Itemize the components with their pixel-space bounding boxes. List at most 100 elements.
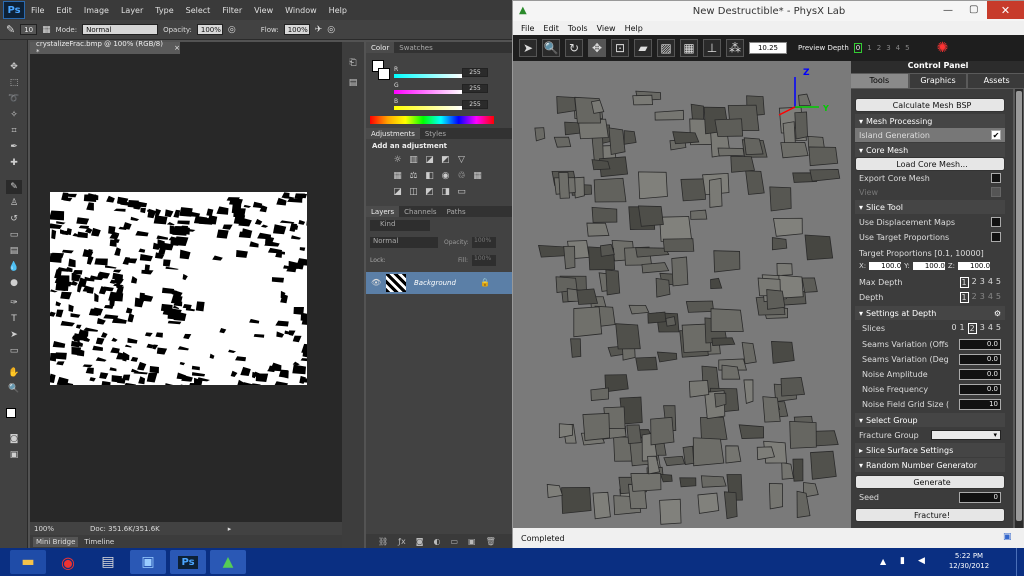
preview-depth-0[interactable]: 0 [853, 43, 863, 53]
preview-depth-2[interactable]: 2 [877, 44, 881, 52]
menu-type[interactable]: Type [149, 6, 179, 15]
color-spectrum-bar[interactable] [370, 116, 494, 124]
photoshop-taskbar-button[interactable]: Ps [170, 550, 206, 574]
menu-filter[interactable]: Filter [216, 6, 248, 15]
layer-filter-kind[interactable]: Kind [370, 220, 430, 231]
vibrance-icon[interactable]: ▽ [456, 154, 467, 165]
close-button[interactable]: ✕ [987, 1, 1024, 19]
stamp-icon[interactable]: ♙ [6, 196, 22, 210]
max-depth-2[interactable]: 2 [972, 277, 977, 288]
photo-filter-icon[interactable]: ◉ [440, 170, 451, 181]
tab-paths[interactable]: Paths [442, 206, 471, 217]
color-lookup-icon[interactable]: ▦ [472, 170, 483, 181]
tab-color[interactable]: Color [366, 42, 395, 53]
posterize-icon[interactable]: ◫ [408, 186, 419, 197]
brush-size[interactable]: 10 [20, 24, 38, 35]
preview-depth-3[interactable]: 3 [886, 44, 890, 52]
brightness-icon[interactable]: ☼ [392, 154, 403, 165]
file-explorer-icon[interactable]: ▬ [10, 550, 46, 574]
move-icon[interactable]: ✥ [588, 39, 606, 57]
noise-grid-input[interactable]: 10 [959, 398, 1001, 410]
type-tool-icon[interactable]: T [6, 312, 22, 326]
flow-input[interactable]: 100% [283, 24, 310, 35]
settings-at-depth-header[interactable]: ▾ Settings at Depth ⚙ [855, 306, 1005, 320]
tab-mini-bridge[interactable]: Mini Bridge [33, 536, 79, 547]
preview-depth-1[interactable]: 1 [867, 44, 871, 52]
quick-select-icon[interactable]: ✧ [6, 108, 22, 122]
tab-graphics[interactable]: Graphics [909, 74, 967, 88]
layer-row-background[interactable]: 👁 Background 🔒 [366, 272, 512, 294]
seams-degree-input[interactable]: 0.0 [959, 353, 1001, 365]
properties-panel-icon[interactable]: ▤ [345, 76, 361, 90]
maximize-icon[interactable]: ▢ [969, 4, 978, 15]
hand-tool-icon[interactable]: ✋ [6, 366, 22, 380]
menu-tools[interactable]: Tools [568, 24, 588, 33]
x-input[interactable]: 100.0 [869, 262, 902, 270]
use-displacement-checkbox[interactable] [991, 217, 1001, 227]
pen-tool-icon[interactable]: ✑ [6, 296, 22, 310]
mask-icon[interactable]: ◙ [416, 537, 424, 546]
zoom-level[interactable]: 100% [34, 525, 54, 533]
depth-3[interactable]: 3 [980, 292, 985, 303]
physx-lab-taskbar-icon[interactable]: ▲ [210, 550, 246, 574]
slices-0[interactable]: 0 [951, 323, 956, 334]
explode-icon[interactable]: ▨ [657, 39, 675, 57]
fracture-button[interactable]: Fracture! [855, 508, 1005, 522]
tray-arrow-icon[interactable]: ▲ [880, 557, 886, 566]
minimize-icon[interactable]: — [943, 5, 953, 16]
depth-4[interactable]: 4 [988, 292, 993, 303]
lasso-tool-icon[interactable]: ➰ [6, 92, 22, 106]
status-arrow-icon[interactable]: ▸ [228, 525, 232, 533]
marquee-tool-icon[interactable]: ⬚ [6, 76, 22, 90]
zoom-icon[interactable]: 🔍 [542, 39, 560, 57]
visibility-eye-icon[interactable]: 👁 [371, 278, 381, 287]
menu-view[interactable]: View [597, 24, 616, 33]
blue-slider[interactable] [394, 106, 462, 110]
shape-tool-icon[interactable]: ▭ [6, 344, 22, 358]
tab-timeline[interactable]: Timeline [84, 538, 114, 546]
menu-select[interactable]: Select [180, 6, 217, 15]
select-arrow-icon[interactable]: ➤ [519, 39, 537, 57]
remote-desktop-icon[interactable]: ▣ [130, 550, 166, 574]
clock[interactable]: 5:22 PM 12/30/2012 [944, 551, 994, 571]
fx-icon[interactable]: ƒx [398, 537, 406, 546]
menu-layer[interactable]: Layer [115, 6, 149, 15]
noise-amplitude-input[interactable]: 0.0 [959, 368, 1001, 380]
z-input[interactable]: 100.0 [958, 262, 991, 270]
tab-swatches[interactable]: Swatches [394, 42, 437, 53]
color-bg-swatch[interactable] [378, 68, 390, 80]
eyedropper-icon[interactable]: ✒ [6, 140, 22, 154]
slices-4[interactable]: 4 [988, 323, 993, 334]
mesh-processing-header[interactable]: ▾ Mesh Processing [855, 114, 1005, 128]
red-value[interactable]: 255 [462, 68, 488, 77]
blend-mode-select[interactable]: Normal [370, 237, 438, 248]
show-desktop-button[interactable] [1016, 548, 1024, 576]
menu-file[interactable]: File [25, 6, 50, 15]
close-icon[interactable]: × [174, 44, 180, 52]
green-value[interactable]: 255 [462, 84, 488, 93]
seams-offset-input[interactable]: 0.0 [959, 338, 1001, 350]
tab-styles[interactable]: Styles [420, 128, 451, 139]
menu-window[interactable]: Window [279, 6, 323, 15]
new-layer-icon[interactable]: ▣ [468, 537, 476, 546]
move-tool-icon[interactable]: ✥ [6, 60, 22, 74]
max-depth-1[interactable]: 1 [959, 276, 969, 288]
curves-icon[interactable]: ◪ [424, 154, 435, 165]
path-select-icon[interactable]: ➤ [6, 328, 22, 342]
adjustment-layer-icon[interactable]: ◐ [433, 537, 440, 546]
cube-icon[interactable]: ▦ [680, 39, 698, 57]
seed-input[interactable]: 0 [959, 491, 1001, 503]
mode-select[interactable]: Normal [82, 24, 159, 35]
depth-2[interactable]: 2 [972, 292, 977, 303]
foreground-color-swatch[interactable] [6, 408, 16, 418]
slice-icon[interactable]: ▰ [634, 39, 652, 57]
group-icon[interactable]: ▭ [450, 537, 458, 546]
menu-edit[interactable]: Edit [543, 24, 559, 33]
gradient-map-icon[interactable]: ▭ [456, 186, 467, 197]
fit-view-icon[interactable]: ⊡ [611, 39, 629, 57]
slices-5[interactable]: 5 [996, 323, 1001, 334]
control-panel-scrollbar[interactable] [1015, 89, 1023, 528]
menu-view[interactable]: View [248, 6, 279, 15]
dodge-icon[interactable]: ● [6, 276, 22, 290]
scrollbar-thumb[interactable] [1016, 91, 1022, 521]
